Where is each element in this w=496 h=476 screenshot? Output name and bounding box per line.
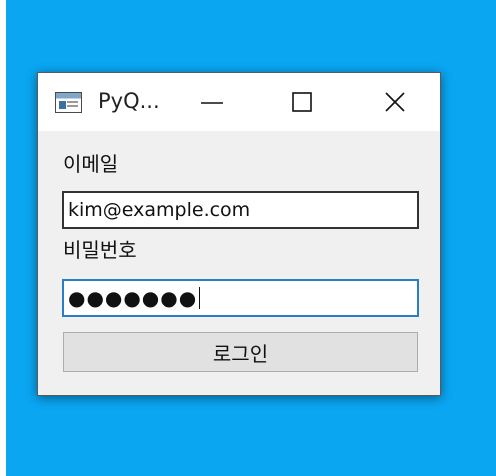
login-window: PyQ... 이메일 kim@example.com 비밀번호 ●●●●●●● … bbox=[37, 72, 441, 396]
window-title: PyQ... bbox=[98, 89, 160, 113]
maximize-icon bbox=[292, 92, 312, 112]
close-icon bbox=[385, 92, 405, 112]
title-bar[interactable]: PyQ... bbox=[38, 73, 440, 131]
password-masked-value: ●●●●●●● bbox=[68, 286, 198, 310]
desktop-edge bbox=[0, 0, 6, 476]
text-caret bbox=[199, 287, 201, 309]
login-button[interactable]: 로그인 bbox=[63, 332, 418, 372]
minimize-icon bbox=[201, 102, 223, 104]
minimize-button[interactable] bbox=[189, 73, 235, 131]
app-icon bbox=[55, 92, 82, 113]
password-label: 비밀번호 bbox=[63, 238, 137, 262]
email-label: 이메일 bbox=[63, 152, 119, 176]
email-field[interactable]: kim@example.com bbox=[62, 191, 419, 229]
password-field[interactable]: ●●●●●●● bbox=[62, 279, 419, 317]
maximize-button[interactable] bbox=[279, 73, 325, 131]
close-button[interactable] bbox=[372, 73, 418, 131]
